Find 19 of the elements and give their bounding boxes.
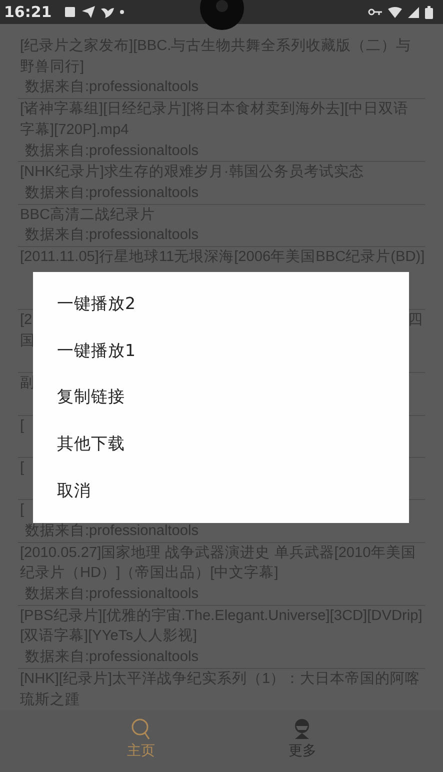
dot-icon — [120, 10, 124, 14]
dialog-option[interactable]: 其他下载 — [33, 420, 409, 468]
dialog-option[interactable]: 取消 — [33, 467, 409, 514]
nav-tab[interactable]: 主页 — [116, 710, 165, 772]
status-time: 16:21 — [4, 3, 52, 21]
dialog-option[interactable]: 复制链接 — [33, 374, 409, 421]
wifi-icon — [388, 6, 402, 18]
paper-plane-icon — [82, 6, 95, 18]
image-icon — [64, 6, 76, 18]
bird-icon — [100, 6, 114, 18]
battery-icon — [425, 6, 433, 18]
key-icon — [368, 8, 382, 16]
dialog-option[interactable]: 一键播放2 — [33, 281, 409, 328]
signal-icon — [408, 6, 419, 18]
search-icon — [130, 718, 151, 740]
list-item-title[interactable]: [ — [20, 458, 24, 479]
list-item-title[interactable]: [ — [20, 416, 24, 436]
dialog-option[interactable]: 一键播放1 — [33, 328, 409, 374]
list-item-title[interactable]: [ — [20, 500, 24, 521]
